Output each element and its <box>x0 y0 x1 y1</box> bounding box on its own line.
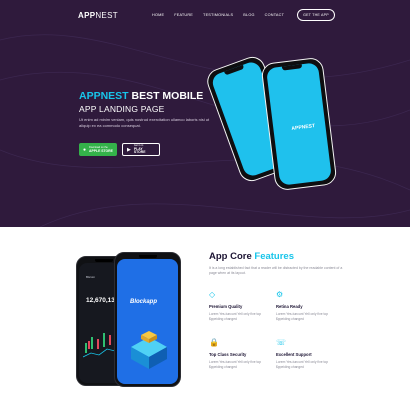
diamond-icon: ◇ <box>209 290 216 299</box>
get-the-app-button[interactable]: GET THE APP <box>297 9 335 21</box>
blockapp-logo: Blockapp <box>130 299 158 305</box>
phone-screen: APPNEST <box>266 62 332 186</box>
feature-text: Lorem Yes-tuncunt Yell only five top $pp… <box>276 312 329 321</box>
hero-section: APPNEST HOME FEATURE TESTIMONIALS BLOG C… <box>0 0 410 227</box>
feature-excellent-support: ☏ Excellent Support Lorem Yes-tuncunt Ye… <box>276 339 342 369</box>
nav-home[interactable]: HOME <box>152 13 164 17</box>
crypto-title: Bitcoin <box>86 275 96 279</box>
feature-text: Lorem Yes-tuncunt Yell only five top $pp… <box>209 312 262 321</box>
logo-bold: APP <box>78 11 96 20</box>
lock-icon: 🔒 <box>209 338 219 347</box>
features-description: It is a long established fact that a rea… <box>209 266 343 275</box>
feature-text: Lorem Yes-tuncunt Yell only five top $pp… <box>276 360 329 369</box>
phone-app-logo: APPNEST <box>291 123 316 132</box>
main-nav: HOME FEATURE TESTIMONIALS BLOG CONTACT <box>152 13 284 17</box>
feature-text: Lorem Yes-tuncunt Yell only five top $pp… <box>209 360 262 369</box>
brand-logo[interactable]: APPNEST <box>78 11 118 20</box>
hero-subhead: APP LANDING PAGE <box>79 104 165 114</box>
feature-premium-quality: ◇ Premium Quality Lorem Yes-tuncunt Yell… <box>209 291 275 321</box>
features-heading-accent: Features <box>254 251 294 262</box>
feature-title: Premium Quality <box>209 304 243 309</box>
gear-icon: ⚙ <box>276 290 284 299</box>
hero-headline: APPNEST BEST MOBILE <box>79 90 203 102</box>
headline-accent: APPNEST <box>79 90 129 102</box>
blockapp-screen: Blockapp <box>117 259 178 384</box>
blockapp-phone: Blockapp <box>114 252 181 387</box>
hero-description: Ut enim ad minim veniam, quis nostrud ex… <box>79 117 210 128</box>
apple-icon: ● <box>83 146 87 153</box>
play-icon: ▶ <box>127 146 131 153</box>
nav-contact[interactable]: CONTACT <box>265 13 284 17</box>
feature-top-class-security: 🔒 Top Class Security Lorem Yes-tuncunt Y… <box>209 339 275 369</box>
isometric-blocks-illustration <box>131 331 167 369</box>
feature-title: Retina Ready <box>276 304 303 309</box>
apple-store-label: APPLE STORE <box>89 148 113 153</box>
nav-feature[interactable]: FEATURE <box>174 13 193 17</box>
features-heading: App Core Features <box>209 251 294 262</box>
play-store-button[interactable]: ▶ Get it on PLAY STORE <box>122 143 160 156</box>
crypto-price: 12,670,13 <box>86 297 115 304</box>
feature-title: Top Class Security <box>209 352 247 357</box>
apple-store-button[interactable]: ● Download on the APPLE STORE <box>79 143 117 156</box>
nav-testimonials[interactable]: TESTIMONIALS <box>203 13 233 17</box>
headline-rest: BEST MOBILE <box>128 90 204 102</box>
play-store-label: PLAY STORE <box>133 146 146 155</box>
support-icon: ☏ <box>276 338 287 347</box>
feature-title: Excellent Support <box>276 352 312 357</box>
nav-blog[interactable]: BLOG <box>243 13 254 17</box>
hero-background-lines <box>0 34 410 227</box>
features-heading-plain: App Core <box>209 251 255 262</box>
feature-retina-ready: ⚙ Retina Ready Lorem Yes-tuncunt Yell on… <box>276 291 342 321</box>
logo-light: NEST <box>95 11 118 20</box>
